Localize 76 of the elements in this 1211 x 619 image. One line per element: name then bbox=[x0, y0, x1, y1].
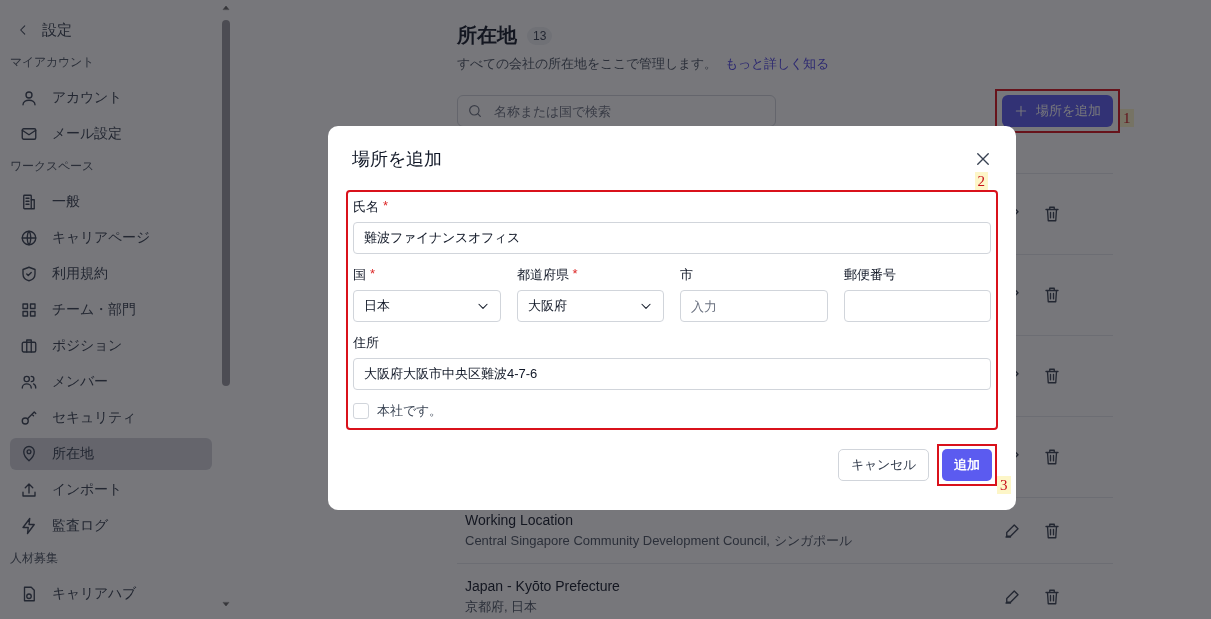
location-address: Central Singapore Community Development Council, シンガポール bbox=[465, 531, 853, 550]
section-heading: ワークスペース bbox=[10, 158, 95, 175]
key-icon bbox=[20, 409, 38, 427]
scroll-down-icon[interactable] bbox=[222, 600, 230, 608]
input-field[interactable] bbox=[843, 290, 991, 322]
grid-icon bbox=[20, 301, 38, 319]
location-address: 京都府, 日本 bbox=[465, 597, 539, 616]
required-mark: * bbox=[572, 266, 578, 283]
required-mark: * bbox=[383, 198, 389, 215]
section-heading: 人材募集 bbox=[10, 550, 59, 567]
input-field[interactable]: 難波ファイナンスオフィス bbox=[353, 222, 991, 254]
add-location-button[interactable]: 場所を追加 bbox=[1002, 95, 1113, 127]
field-label: 住所 bbox=[353, 334, 379, 352]
sidebar-item[interactable]: インポート bbox=[10, 474, 212, 506]
building-icon bbox=[20, 193, 38, 211]
sidebar-item[interactable]: セキュリティ bbox=[10, 402, 212, 434]
sidebar-item[interactable]: 所在地 bbox=[10, 438, 212, 470]
shield-icon bbox=[20, 265, 38, 283]
annotation-number: 2 bbox=[974, 172, 988, 190]
sidebar-item[interactable]: アカウント bbox=[10, 82, 212, 114]
checkbox[interactable] bbox=[353, 403, 369, 419]
sidebar-item[interactable]: 監査ログ bbox=[10, 510, 212, 542]
pencil-icon[interactable] bbox=[1003, 521, 1021, 540]
required-mark: * bbox=[370, 266, 376, 283]
field-label: 氏名 bbox=[353, 198, 379, 216]
sidebar-item[interactable]: メール設定 bbox=[10, 118, 212, 150]
sidebar-item[interactable]: キャリアハブ bbox=[10, 578, 212, 610]
annotation-number: 3 bbox=[997, 476, 1011, 494]
scroll-up-icon[interactable] bbox=[222, 4, 230, 12]
close-icon[interactable] bbox=[974, 150, 992, 168]
location-name: Working Location bbox=[465, 511, 574, 528]
scrollbar-thumb[interactable] bbox=[222, 20, 230, 386]
dropdown[interactable]: 日本 bbox=[353, 290, 501, 322]
field-label: 市 bbox=[680, 266, 693, 284]
sidebar-item[interactable]: 利用規約 bbox=[10, 258, 212, 290]
annotation-number: 1 bbox=[1120, 109, 1134, 127]
trash-icon[interactable] bbox=[1043, 521, 1061, 540]
add-button[interactable]: 追加 bbox=[942, 449, 992, 481]
input-field[interactable]: 大阪府大阪市中央区難波4-7-6 bbox=[353, 358, 991, 390]
pencil-icon[interactable] bbox=[1003, 587, 1021, 606]
page-title: 所在地 bbox=[457, 23, 517, 48]
location-name: Japan - Kyōto Prefecture bbox=[465, 577, 621, 594]
back-link[interactable]: 設定 bbox=[10, 14, 212, 46]
sidebar-item[interactable]: キャリアページ bbox=[10, 222, 212, 254]
checkbox-label: 本社です。 bbox=[377, 402, 442, 420]
count-badge: 13 bbox=[527, 26, 553, 45]
people-icon bbox=[20, 373, 38, 391]
field-label: 郵便番号 bbox=[843, 266, 896, 284]
trash-icon[interactable] bbox=[1043, 448, 1061, 466]
page-description: すべての会社の所在地をここで管理します。 bbox=[457, 55, 717, 73]
section-heading: マイアカウント bbox=[10, 54, 95, 71]
sidebar-item[interactable]: チーム・部門 bbox=[10, 294, 212, 326]
briefcase-icon bbox=[20, 337, 38, 355]
person-icon bbox=[20, 89, 38, 107]
sidebar-item[interactable]: メンバー bbox=[10, 366, 212, 398]
location-pin-icon bbox=[20, 445, 38, 463]
input-field[interactable]: 入力 bbox=[680, 290, 828, 322]
plus-icon bbox=[1014, 104, 1028, 118]
lightning-icon bbox=[20, 517, 38, 535]
trash-icon[interactable] bbox=[1043, 367, 1061, 385]
search-icon bbox=[467, 103, 483, 119]
search-field[interactable]: 名称または国で検索 bbox=[457, 95, 776, 127]
dialog-title: 場所を追加 bbox=[352, 148, 442, 171]
upload-icon bbox=[20, 481, 38, 499]
trash-icon[interactable] bbox=[1043, 587, 1061, 606]
dropdown[interactable]: 大阪府 bbox=[516, 290, 664, 322]
trash-icon[interactable] bbox=[1043, 286, 1061, 304]
learn-more-link[interactable]: もっと詳しく知る bbox=[725, 55, 829, 73]
sidebar-item[interactable]: 一般 bbox=[10, 186, 212, 218]
mail-icon bbox=[20, 125, 38, 143]
sidebar-item[interactable]: ポジション bbox=[10, 330, 212, 362]
trash-icon[interactable] bbox=[1043, 205, 1061, 223]
field-label: 都道府県 bbox=[516, 266, 569, 284]
globe-icon bbox=[20, 229, 38, 247]
cancel-button[interactable]: キャンセル bbox=[838, 449, 929, 481]
field-label: 国 bbox=[353, 266, 366, 284]
